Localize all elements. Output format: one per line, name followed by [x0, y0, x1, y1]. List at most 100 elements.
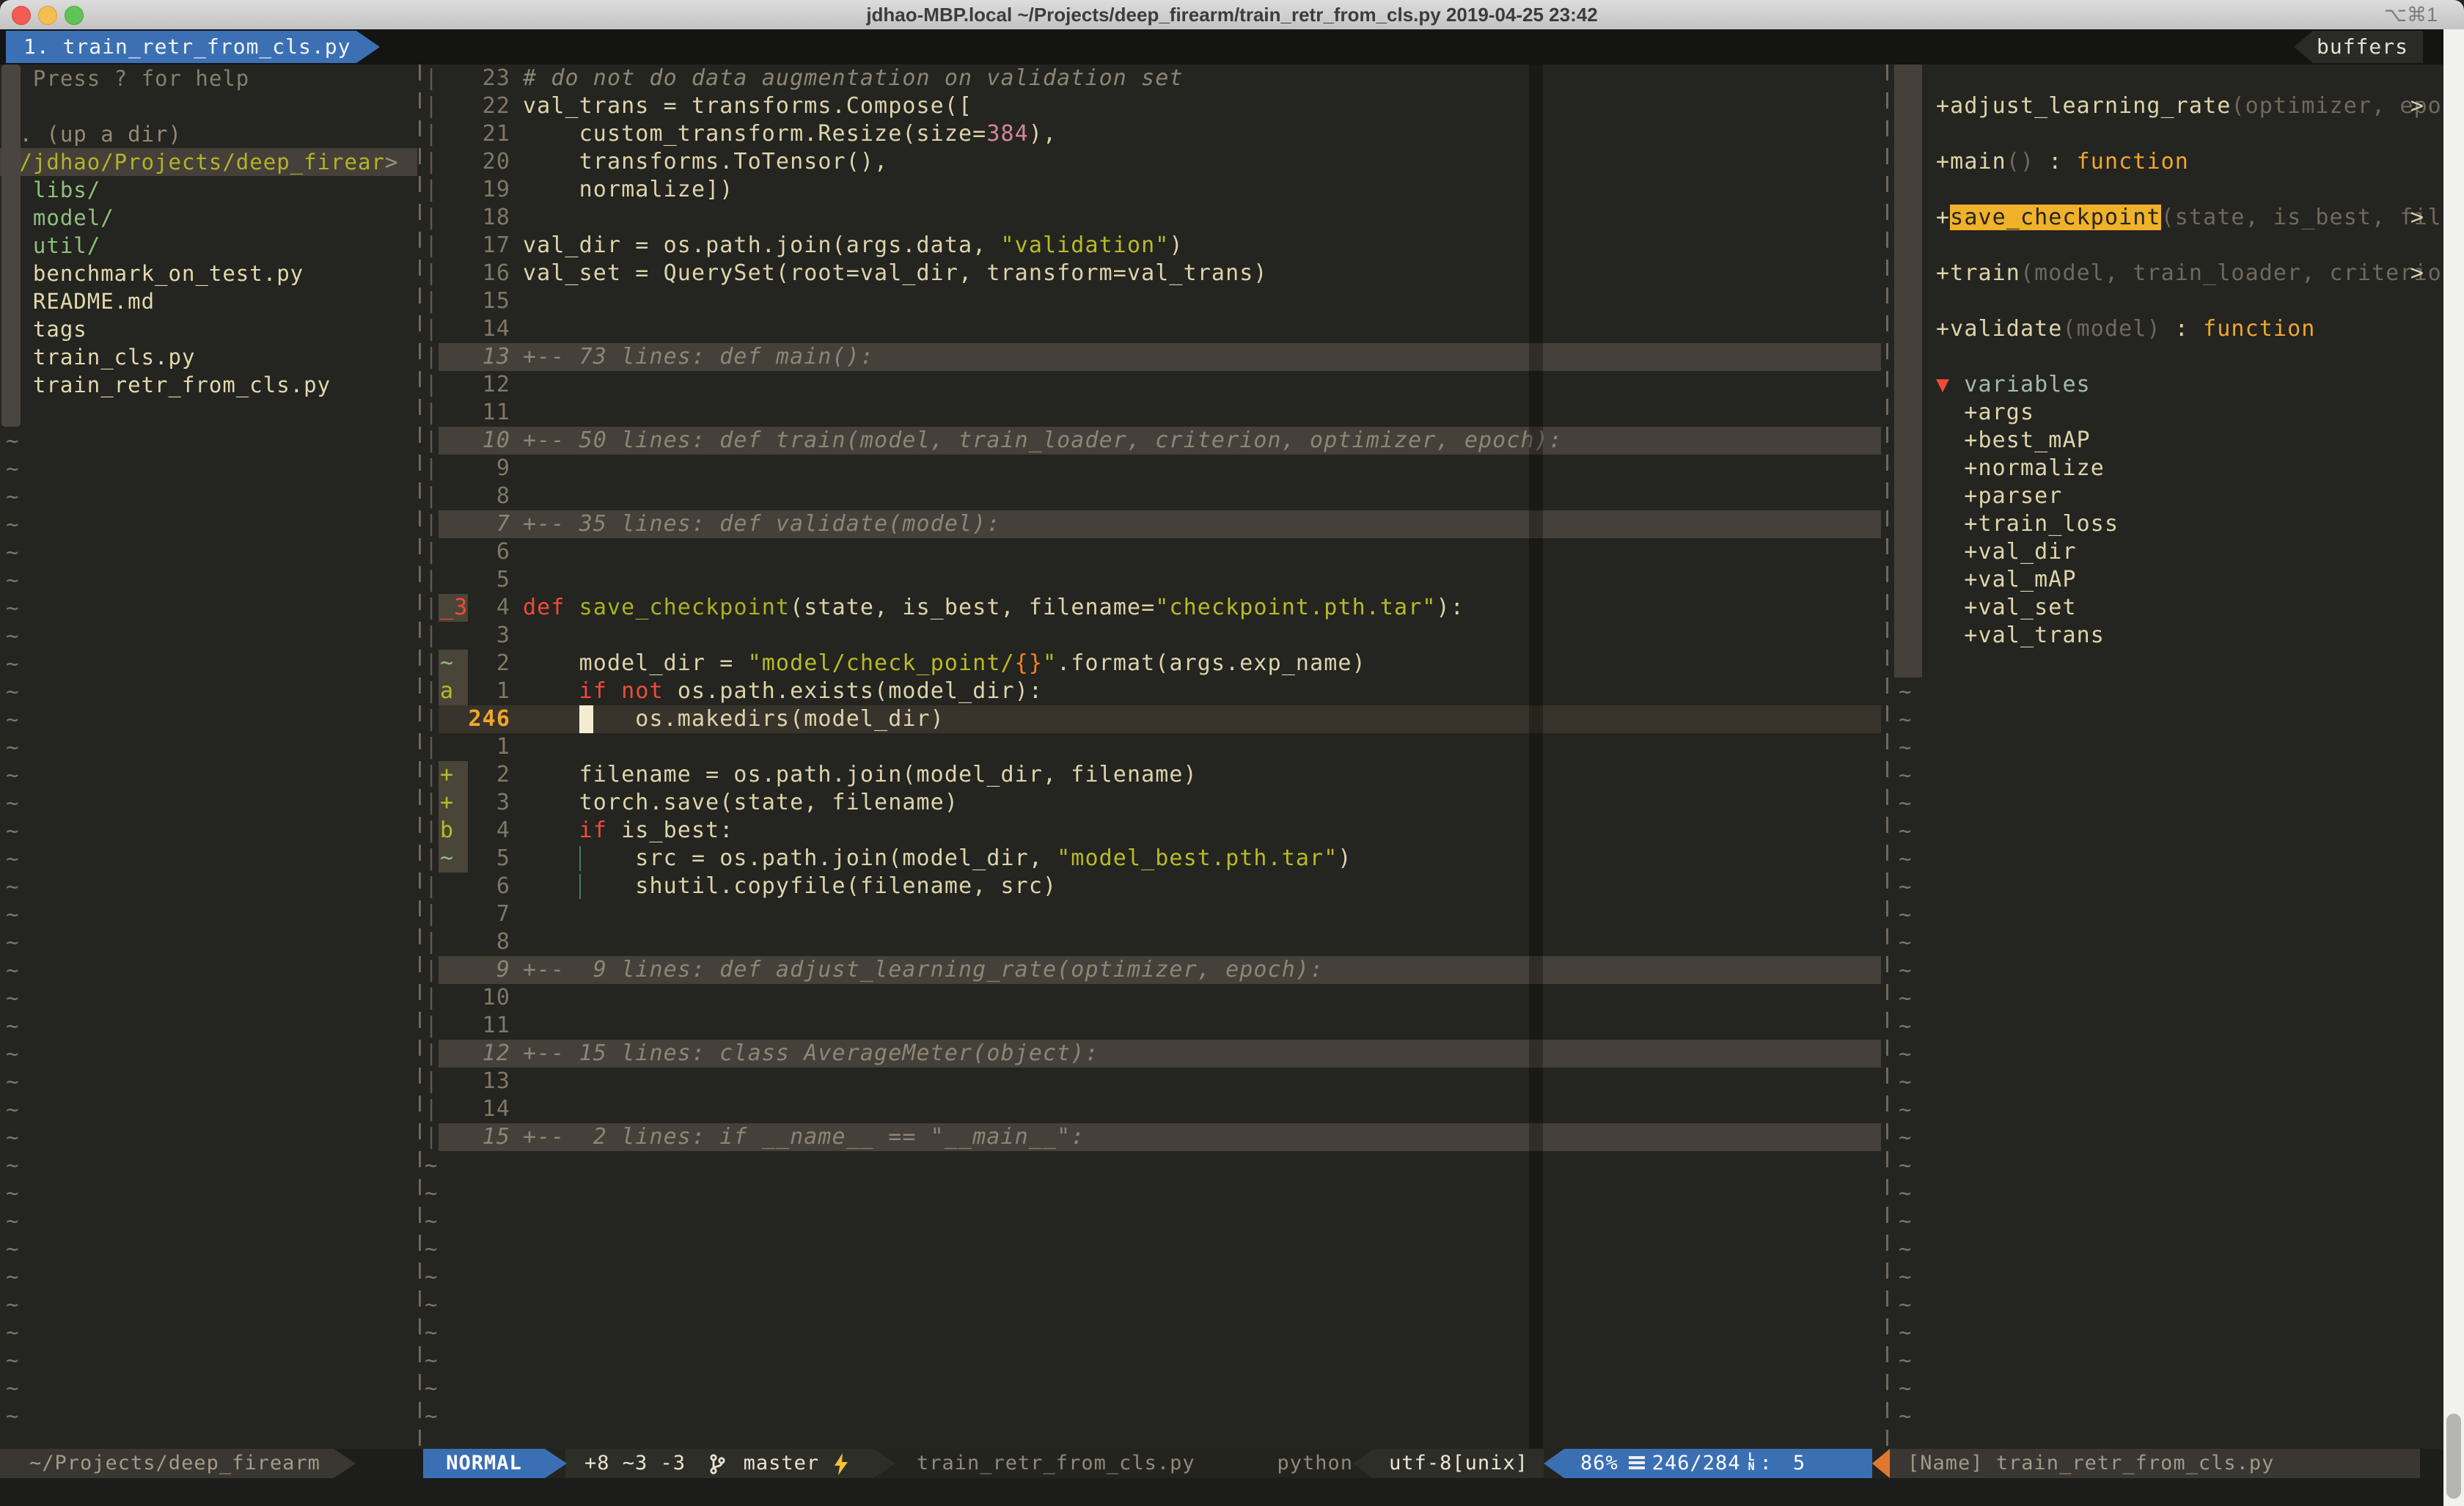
tab-bar: 1. train_retr_from_cls.py buffers [0, 29, 2443, 65]
empty-line-tilde: ~ [6, 817, 18, 845]
code-line[interactable]: |246 os.makedirs(model_dir) [423, 705, 1884, 733]
tag-item[interactable]: +main() : function [1890, 148, 2443, 176]
code-line[interactable]: |9+-- 9 lines: def adjust_learning_rate(… [423, 956, 1884, 984]
line-number: 10 [468, 427, 510, 455]
gutter-sign: ~ [440, 650, 454, 677]
code-line[interactable]: |15+-- 2 lines: if __name__ == "__main__… [423, 1123, 1884, 1151]
tree-item-tags[interactable]: tags [6, 315, 417, 343]
code-line[interactable]: |16val_set = QuerySet(root=val_dir, tran… [423, 260, 1884, 287]
right-scrollbar-thumb[interactable] [2446, 1414, 2461, 1499]
code-line[interactable]: |17val_dir = os.path.join(args.data, "va… [423, 232, 1884, 260]
empty-line-tilde: ~ [1899, 789, 1913, 817]
line-number: 19 [468, 176, 510, 204]
window-separator-right[interactable] [1886, 65, 1888, 1449]
code-line[interactable]: |_34def save_checkpoint(state, is_best, … [423, 594, 1884, 622]
code-editor[interactable]: |23# do not do data augmentation on vali… [423, 65, 1884, 1449]
tag-item[interactable]: +normalize [1890, 455, 2443, 482]
code-line[interactable]: |a1 if not os.path.exists(model_dir): [423, 677, 1884, 705]
powerline-arrow-icon [334, 1449, 356, 1478]
fold-column: | [425, 677, 439, 705]
powerline-arrow-icon [1353, 1449, 1374, 1478]
tag-item[interactable]: +val_dir [1890, 538, 2443, 566]
tag-item[interactable]: +val_set [1890, 594, 2443, 622]
command-line[interactable] [0, 1478, 2464, 1506]
tab-train-retr-from-cls[interactable]: 1. train_retr_from_cls.py [6, 31, 380, 63]
tree-item-README-md[interactable]: README.md [6, 287, 417, 315]
cursor-position: 246/284 [1652, 1452, 1741, 1474]
tag-item[interactable]: +best_mAP [1890, 427, 2443, 455]
code-line[interactable]: |15 [423, 287, 1884, 315]
code-line[interactable]: |5 [423, 566, 1884, 594]
vim-mode-indicator: NORMAL [423, 1449, 545, 1478]
right-scrollbar[interactable] [2443, 29, 2464, 1506]
code-line[interactable]: |19 normalize]) [423, 176, 1884, 204]
code-line[interactable]: |6 [423, 538, 1884, 566]
code-line[interactable]: |+2 filename = os.path.join(model_dir, f… [423, 761, 1884, 789]
code-line[interactable]: |20 transforms.ToTensor(), [423, 148, 1884, 176]
code-line[interactable]: |6 shutil.copyfile(filename, src) [423, 873, 1884, 900]
code-line[interactable]: |1 [423, 733, 1884, 761]
tag-item[interactable]: +save_checkpoint(state, is_best, fil> [1890, 204, 2443, 232]
code-line[interactable]: |13+-- 73 lines: def main(): [423, 343, 1884, 371]
tree-item-model[interactable]: ▸ model/ [6, 204, 417, 232]
buffers-label[interactable]: buffers [2294, 31, 2423, 63]
line-number: 6 [468, 873, 510, 900]
code-line[interactable]: |8 [423, 482, 1884, 510]
code-line[interactable]: |11 [423, 399, 1884, 427]
tag-item[interactable]: +validate(model) : function [1890, 315, 2443, 343]
empty-line-tilde: ~ [6, 1235, 18, 1263]
code-line[interactable]: |11 [423, 1012, 1884, 1040]
code-line[interactable]: |8 [423, 928, 1884, 956]
fold-column: | [425, 455, 439, 482]
code-line[interactable]: |23# do not do data augmentation on vali… [423, 65, 1884, 92]
tag-item[interactable]: +adjust_learning_rate(optimizer, epo> [1890, 92, 2443, 120]
tree-item-util[interactable]: ▸ util/ [6, 232, 417, 260]
gutter-sign: + [440, 761, 454, 789]
code-line[interactable]: |+3 torch.save(state, filename) [423, 789, 1884, 817]
tree-root-path[interactable]: </jdhao/Projects/deep_firear> [0, 148, 417, 176]
empty-line-tilde: ~ [6, 538, 18, 566]
empty-line-tilde: ~ [1899, 984, 1913, 1012]
empty-line-tilde: ~ [1899, 1290, 1913, 1318]
code-line[interactable]: |12 [423, 371, 1884, 399]
code-line[interactable]: |14 [423, 1095, 1884, 1123]
powerline-arrow-icon [545, 1449, 567, 1478]
code-line[interactable]: |~5 src = os.path.join(model_dir, "model… [423, 845, 1884, 873]
code-line[interactable]: |22val_trans = transforms.Compose([ [423, 92, 1884, 120]
code-line[interactable]: |10+-- 50 lines: def train(model, train_… [423, 427, 1884, 455]
code-line[interactable]: |b4 if is_best: [423, 817, 1884, 845]
tag-item[interactable]: +train_loss [1890, 510, 2443, 538]
tree-item-libs[interactable]: ▸ libs/ [6, 176, 417, 204]
code-line[interactable]: |12+-- 15 lines: class AverageMeter(obje… [423, 1040, 1884, 1068]
tag-item[interactable]: +train(model, train_loader, criterio> [1890, 260, 2443, 287]
code-line[interactable]: |7+-- 35 lines: def validate(model): [423, 510, 1884, 538]
code-line[interactable]: |13 [423, 1068, 1884, 1095]
tag-item[interactable]: +val_mAP [1890, 566, 2443, 594]
empty-line-tilde: ~ [1899, 1263, 1913, 1290]
statusline-position-segment: 86%246/284LN:5 [1564, 1449, 1872, 1478]
tag-item[interactable]: +parser [1890, 482, 2443, 510]
nerdtree-scrollbar-thumb[interactable] [1, 65, 21, 427]
line-number: 11 [468, 1012, 510, 1040]
code-line[interactable]: |18 [423, 204, 1884, 232]
code-line[interactable]: |14 [423, 315, 1884, 343]
tree-item-benchmark_on_test-py[interactable]: benchmark_on_test.py [6, 260, 417, 287]
line-number: 11 [468, 399, 510, 427]
window-separator-left[interactable] [419, 65, 421, 1449]
code-line[interactable]: |7 [423, 900, 1884, 928]
code-line[interactable]: |21 custom_transform.Resize(size=384), [423, 120, 1884, 148]
tag-item[interactable]: +args [1890, 399, 2443, 427]
code-line[interactable]: |9 [423, 455, 1884, 482]
fold-column: | [425, 204, 439, 232]
fold-column: | [425, 733, 439, 761]
tag-item[interactable]: ▼ variables [1890, 371, 2443, 399]
empty-line-tilde: ~ [1899, 1374, 1913, 1402]
code-line[interactable]: |3 [423, 622, 1884, 650]
code-line[interactable]: |~2 model_dir = "model/check_point/{}".f… [423, 650, 1884, 677]
tree-item-train_cls-py[interactable]: train_cls.py [6, 343, 417, 371]
statusline-filetype: python [1210, 1449, 1353, 1478]
tree-item-train_retr_from_cls-py[interactable]: train_retr_from_cls.py [6, 371, 417, 399]
tag-item[interactable]: +val_trans [1890, 622, 2443, 650]
tree-up-dir[interactable]: .. (up a dir) [6, 120, 417, 148]
code-line[interactable]: |10 [423, 984, 1884, 1012]
